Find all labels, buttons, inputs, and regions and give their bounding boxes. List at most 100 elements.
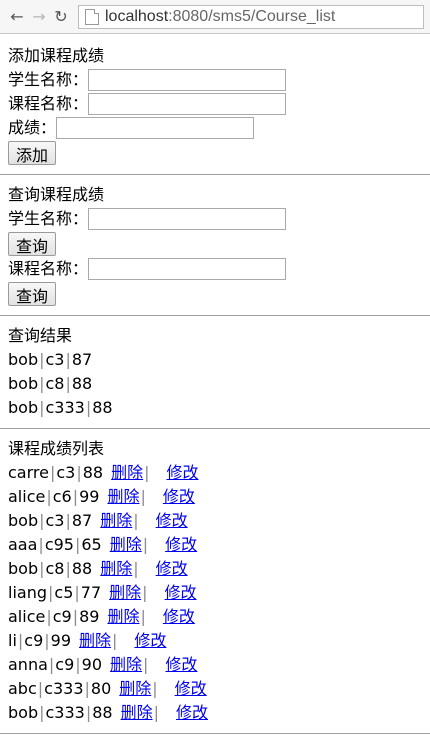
divider <box>0 733 430 734</box>
delete-link[interactable]: 删除 <box>79 629 111 653</box>
reload-icon[interactable]: ↻ <box>50 6 72 28</box>
delete-link[interactable]: 删除 <box>110 533 142 557</box>
add-score-input[interactable] <box>56 117 255 139</box>
field-separator: | <box>65 350 71 369</box>
result-score: 87 <box>71 350 93 369</box>
list-course: c333 <box>44 679 84 698</box>
list-score: 77 <box>80 583 102 602</box>
edit-link[interactable]: 修改 <box>134 629 166 653</box>
list-course: c6 <box>52 487 72 506</box>
list-score: 88 <box>92 703 113 722</box>
edit-link[interactable]: 修改 <box>167 461 199 485</box>
delete-link[interactable]: 删除 <box>111 461 143 485</box>
field-separator: | <box>133 559 139 578</box>
field-separator: | <box>143 655 149 674</box>
add-button[interactable]: 添加 <box>8 141 57 165</box>
field-separator: | <box>37 679 44 698</box>
result-row: bob | c333 | 88 <box>8 396 430 420</box>
field-separator: | <box>65 511 71 530</box>
add-student-row: 学生名称： <box>8 68 430 92</box>
query-student-button-row: 查询 <box>8 231 430 257</box>
forward-arrow-icon[interactable]: → <box>28 6 50 28</box>
list-student: carre <box>8 463 49 482</box>
add-score-label: 成绩： <box>8 118 57 137</box>
field-separator: | <box>44 631 50 650</box>
query-course-row: 课程名称： <box>8 257 430 281</box>
delete-link[interactable]: 删除 <box>121 701 153 725</box>
delete-link[interactable]: 删除 <box>100 557 132 581</box>
add-course-row: 课程名称： <box>8 92 430 116</box>
field-separator: | <box>48 655 55 674</box>
list-row: bob | c3 | 87 删除 | 修改 <box>8 509 430 533</box>
field-separator: | <box>142 535 149 554</box>
list-course: c9 <box>52 607 72 626</box>
query-section-title: 查询课程成绩 <box>8 185 105 204</box>
result-row: bob | c3 | 87 <box>8 348 430 372</box>
delete-link[interactable]: 删除 <box>109 581 141 605</box>
list-student: bob <box>8 703 39 722</box>
browser-toolbar: ← → ↻ localhost:8080/sms5/Course_list <box>0 0 430 34</box>
list-student: alice <box>8 607 46 626</box>
divider <box>0 428 430 429</box>
edit-link[interactable]: 修改 <box>163 485 195 509</box>
add-student-label: 学生名称： <box>8 70 89 89</box>
field-separator: | <box>39 703 45 722</box>
list-score: 99 <box>50 631 72 650</box>
list-course: c8 <box>45 559 65 578</box>
list-course: c9 <box>55 655 75 674</box>
edit-link[interactable]: 修改 <box>165 653 197 677</box>
result-score: 88 <box>71 374 93 393</box>
edit-link[interactable]: 修改 <box>165 581 197 605</box>
field-separator: | <box>65 559 71 578</box>
list-row: carre | c3 | 88 删除 | 修改 <box>8 461 430 485</box>
list-row: alice | c6 | 99 删除 | 修改 <box>8 485 430 509</box>
add-score-row: 成绩： <box>8 116 430 140</box>
delete-link[interactable]: 删除 <box>119 677 151 701</box>
query-student-row: 学生名称： <box>8 207 430 231</box>
edit-link[interactable]: 修改 <box>176 701 208 725</box>
delete-link[interactable]: 删除 <box>110 653 142 677</box>
edit-link[interactable]: 修改 <box>165 533 197 557</box>
field-separator: | <box>74 583 80 602</box>
result-student: bob <box>8 350 39 369</box>
list-student: aaa <box>8 535 38 554</box>
add-student-input[interactable] <box>88 69 287 91</box>
add-course-label: 课程名称： <box>8 94 89 113</box>
address-bar[interactable]: localhost:8080/sms5/Course_list <box>78 4 424 29</box>
edit-link[interactable]: 修改 <box>156 557 188 581</box>
list-course: c333 <box>45 703 85 722</box>
field-separator: | <box>85 398 92 417</box>
query-student-button[interactable]: 查询 <box>8 232 57 256</box>
field-separator: | <box>72 607 79 626</box>
add-course-input[interactable] <box>88 93 287 115</box>
list-course: c9 <box>24 631 44 650</box>
edit-link[interactable]: 修改 <box>175 677 207 701</box>
add-button-row: 添加 <box>8 140 430 166</box>
edit-link[interactable]: 修改 <box>156 509 188 533</box>
field-separator: | <box>48 583 54 602</box>
result-course: c3 <box>45 350 65 369</box>
list-row: aaa | c95 | 65 删除 | 修改 <box>8 533 430 557</box>
field-separator: | <box>38 535 44 554</box>
query-student-input[interactable] <box>88 208 287 230</box>
delete-link[interactable]: 删除 <box>100 509 132 533</box>
field-separator: | <box>39 559 45 578</box>
field-separator: | <box>85 703 92 722</box>
field-separator: | <box>75 655 81 674</box>
list-course: c95 <box>44 535 74 554</box>
delete-link[interactable]: 删除 <box>107 605 139 629</box>
query-course-input[interactable] <box>88 258 287 280</box>
field-separator: | <box>46 607 52 626</box>
query-course-button[interactable]: 查询 <box>8 282 57 306</box>
back-arrow-icon[interactable]: ← <box>6 6 28 28</box>
list-row: liang | c5 | 77 删除 | 修改 <box>8 581 430 605</box>
list-title: 课程成绩列表 <box>8 439 105 458</box>
field-separator: | <box>46 487 52 506</box>
list-row: abc | c333 | 80 删除 | 修改 <box>8 677 430 701</box>
list-student: bob <box>8 559 39 578</box>
edit-link[interactable]: 修改 <box>163 605 195 629</box>
field-separator: | <box>84 679 90 698</box>
field-separator: | <box>153 703 159 722</box>
divider <box>0 315 430 316</box>
delete-link[interactable]: 删除 <box>107 485 139 509</box>
